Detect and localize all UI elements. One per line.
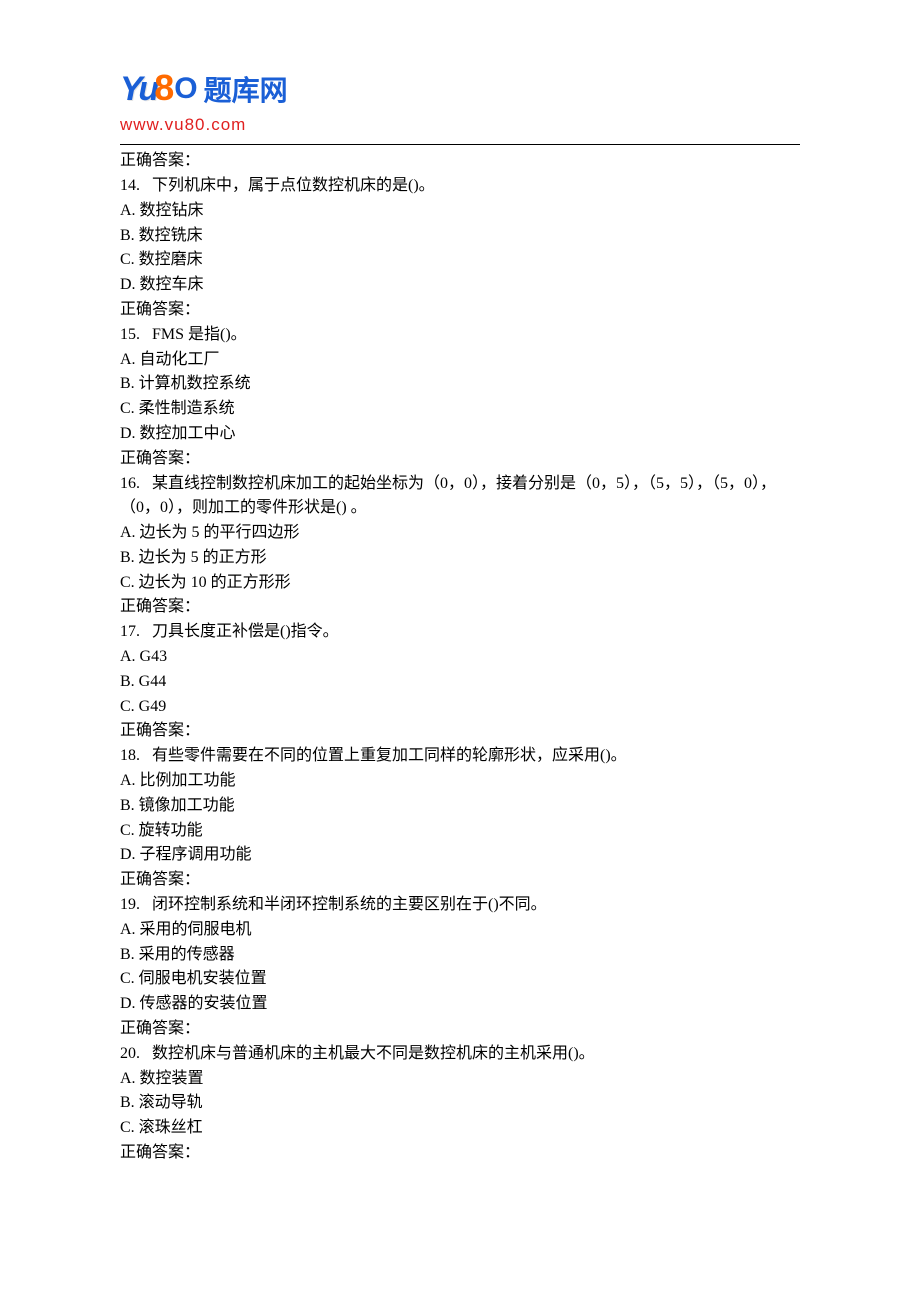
text-line: 正确答案： xyxy=(120,868,800,893)
document-page: Yu 8 O 题库网 www.vu80.com 正确答案：14. 下列机床中，属… xyxy=(0,0,920,1226)
text-line: A. 采用的伺服电机 xyxy=(120,918,800,943)
text-line: 正确答案： xyxy=(120,1017,800,1042)
text-line: B. 数控铣床 xyxy=(120,224,800,249)
text-line: B. 滚动导轨 xyxy=(120,1091,800,1116)
text-line: C. 柔性制造系统 xyxy=(120,397,800,422)
text-line: 19. 闭环控制系统和半闭环控制系统的主要区别在于()不同。 xyxy=(120,893,800,918)
text-line: 18. 有些零件需要在不同的位置上重复加工同样的轮廓形状，应采用()。 xyxy=(120,744,800,769)
text-line: A. G43 xyxy=(120,645,800,670)
question-content: 正确答案：14. 下列机床中，属于点位数控机床的是()。A. 数控钻床B. 数控… xyxy=(120,149,800,1166)
text-line: B. 采用的传感器 xyxy=(120,943,800,968)
text-line: 14. 下列机床中，属于点位数控机床的是()。 xyxy=(120,174,800,199)
text-line: C. G49 xyxy=(120,695,800,720)
logo-url: www.vu80.com xyxy=(120,112,800,138)
header-divider xyxy=(120,144,800,145)
text-line: 16. 某直线控制数控机床加工的起始坐标为（0，0），接着分别是（0，5），（5… xyxy=(120,472,800,522)
text-line: C. 边长为 10 的正方形形 xyxy=(120,571,800,596)
text-line: B. 计算机数控系统 xyxy=(120,372,800,397)
logo-text-o: O xyxy=(174,66,197,113)
text-line: 正确答案： xyxy=(120,298,800,323)
text-line: A. 数控钻床 xyxy=(120,199,800,224)
text-line: D. 数控车床 xyxy=(120,273,800,298)
text-line: 20. 数控机床与普通机床的主机最大不同是数控机床的主机采用()。 xyxy=(120,1042,800,1067)
logo-text-yu: Yu xyxy=(120,63,156,116)
text-line: C. 滚珠丝杠 xyxy=(120,1116,800,1141)
text-line: C. 旋转功能 xyxy=(120,819,800,844)
text-line: 正确答案： xyxy=(120,595,800,620)
text-line: C. 数控磨床 xyxy=(120,248,800,273)
text-line: A. 比例加工功能 xyxy=(120,769,800,794)
text-line: B. G44 xyxy=(120,670,800,695)
text-line: D. 子程序调用功能 xyxy=(120,843,800,868)
text-line: D. 数控加工中心 xyxy=(120,422,800,447)
text-line: B. 边长为 5 的正方形 xyxy=(120,546,800,571)
text-line: 正确答案： xyxy=(120,719,800,744)
text-line: 正确答案： xyxy=(120,149,800,174)
text-line: D. 传感器的安装位置 xyxy=(120,992,800,1017)
text-line: B. 镜像加工功能 xyxy=(120,794,800,819)
text-line: 正确答案： xyxy=(120,447,800,472)
text-line: C. 伺服电机安装位置 xyxy=(120,967,800,992)
site-logo: Yu 8 O 题库网 www.vu80.com xyxy=(120,60,800,138)
logo-text-cn: 题库网 xyxy=(204,69,288,112)
text-line: 15. FMS 是指()。 xyxy=(120,323,800,348)
text-line: A. 边长为 5 的平行四边形 xyxy=(120,521,800,546)
text-line: A. 自动化工厂 xyxy=(120,348,800,373)
logo-text-8: 8 xyxy=(154,60,174,116)
text-line: 正确答案： xyxy=(120,1141,800,1166)
text-line: 17. 刀具长度正补偿是()指令。 xyxy=(120,620,800,645)
logo-brand-row: Yu 8 O 题库网 xyxy=(120,60,800,116)
text-line: A. 数控装置 xyxy=(120,1067,800,1092)
